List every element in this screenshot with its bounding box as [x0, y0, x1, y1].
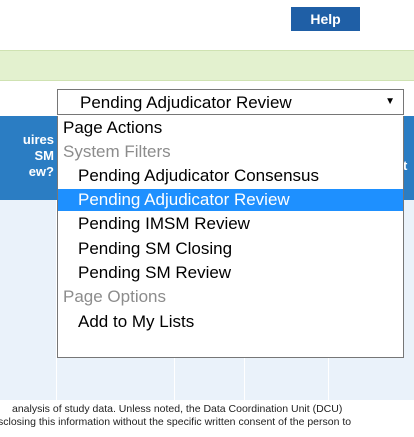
header-line: ew? [28, 164, 54, 179]
dropdown-arrow-icon: ▼ [385, 96, 395, 107]
filter-select[interactable]: Pending Adjudicator Review ▼ [57, 89, 404, 115]
info-bar [0, 50, 414, 81]
option-pending-imsm-review[interactable]: Pending IMSM Review [58, 213, 403, 235]
column-header-requires-sm-review[interactable]: uires SM ew? [0, 132, 56, 180]
footer-line: analysis of study data. Unless noted, th… [12, 403, 343, 415]
option-pending-adjudicator-review[interactable]: Pending Adjudicator Review [58, 189, 403, 211]
option-pending-adjudicator-consensus[interactable]: Pending Adjudicator Consensus [58, 165, 403, 187]
header-line: t [403, 158, 408, 173]
option-pending-sm-closing[interactable]: Pending SM Closing [58, 238, 403, 260]
header-line: uires [22, 132, 54, 147]
filter-dropdown-list: Page Actions System Filters Pending Adjudi… [57, 116, 404, 358]
help-button[interactable]: Help [291, 7, 360, 31]
option-add-to-my-lists[interactable]: Add to My Lists [58, 311, 403, 333]
filter-select-value: Pending Adjudicator Review [80, 93, 292, 112]
option-group-page-options: Page Options [63, 287, 167, 306]
option-page-actions[interactable]: Page Actions [58, 117, 403, 139]
option-pending-sm-review[interactable]: Pending SM Review [58, 262, 403, 284]
option-group-system-filters: System Filters [63, 142, 171, 161]
footer-line: sclosing this information without the sp… [0, 416, 352, 428]
footer-disclaimer: analysis of study data. Unless noted, th… [0, 403, 414, 429]
column-header-right[interactable]: t [403, 158, 414, 174]
header-line: SM [34, 148, 55, 163]
